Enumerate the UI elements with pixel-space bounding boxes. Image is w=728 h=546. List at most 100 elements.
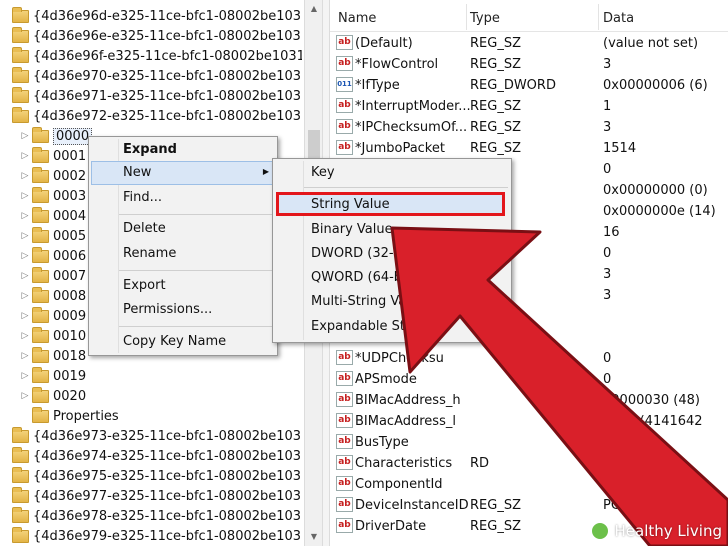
expand-chevron-icon[interactable]: ▷ — [18, 211, 32, 221]
menu-item-expand[interactable]: Expand — [123, 139, 177, 161]
column-separator[interactable] — [598, 4, 599, 30]
value-name: APSmode — [355, 372, 417, 387]
registry-value-row[interactable]: ab *JumboPacket REG_SZ 1514 — [330, 138, 728, 159]
expand-chevron-icon[interactable]: ▷ — [18, 191, 32, 201]
expand-chevron-icon[interactable]: ▷ — [18, 391, 32, 401]
expand-chevron-icon[interactable]: ▷ — [18, 291, 32, 301]
column-separator[interactable] — [466, 4, 467, 30]
registry-value-row[interactable]: ab *FlowControl REG_SZ 3 — [330, 54, 728, 75]
tree-key[interactable]: {4d36e974-e325-11ce-bfc1-08002be10318} — [0, 446, 302, 466]
tree-subkey[interactable]: ▷ 0002 — [18, 166, 86, 186]
tree-subkey[interactable]: ▷ 0005 — [18, 226, 86, 246]
string-value-icon: ab — [336, 119, 353, 134]
string-value-icon: ab — [336, 455, 353, 470]
tree-key[interactable]: {4d36e96f-e325-11ce-bfc1-08002be10318} — [0, 46, 302, 66]
tree-key[interactable]: {4d36e96d-e325-11ce-bfc1-08002be10318} — [0, 6, 302, 26]
submenu-item-dword[interactable]: DWORD (32-bi — [311, 243, 405, 265]
registry-value-row[interactable]: ab BIMacAddress_h 00000030 (48) — [330, 390, 728, 411]
submenu-item-key[interactable]: Key — [311, 162, 335, 184]
tree-subkey[interactable]: ▷ 0001 — [18, 146, 86, 166]
column-name-header[interactable]: Name — [338, 11, 376, 26]
value-data: 00000030 (48) — [603, 393, 700, 408]
tree-key[interactable]: {4d36e975-e325-11ce-bfc1-08002be10318} — [0, 466, 302, 486]
menu-item-delete[interactable]: Delete — [123, 218, 166, 240]
menu-item-find[interactable]: Find... — [123, 187, 162, 209]
registry-value-row[interactable]: ab BusType — [330, 432, 728, 453]
string-value-icon: ab — [336, 98, 353, 113]
registry-value-row[interactable]: ab *UDPChecksu 0 — [330, 348, 728, 369]
tree-key-label: 0008 — [53, 288, 87, 304]
tree-subkey[interactable]: ▷ 0010 — [18, 326, 86, 346]
registry-value-row[interactable]: 011 *IfType REG_DWORD 0x00000006 (6) — [330, 75, 728, 96]
expand-chevron-icon[interactable]: ▷ — [18, 311, 32, 321]
value-name: BIMacAddress_l — [355, 414, 456, 429]
scroll-down-icon[interactable]: ▼ — [305, 528, 323, 546]
tree-key-label: 0003 — [53, 188, 87, 204]
value-name: BusType — [355, 435, 409, 450]
tree-subkey[interactable]: ▷ 0004 — [18, 206, 86, 226]
tree-key[interactable]: {4d36e96e-e325-11ce-bfc1-08002be10318} — [0, 26, 302, 46]
tree-key[interactable]: {4d36e979-e325-11ce-bfc1-08002be10318} — [0, 526, 302, 546]
expand-chevron-icon[interactable]: ▷ — [18, 231, 32, 241]
registry-value-row[interactable]: ab Characteristics RD (132) — [330, 453, 728, 474]
column-data-header[interactable]: Data — [603, 11, 634, 26]
registry-value-row[interactable]: ab *IPChecksumOf... REG_SZ 3 — [330, 117, 728, 138]
registry-value-row[interactable]: ab *InterruptModer... REG_SZ 1 — [330, 96, 728, 117]
tree-subkey[interactable]: ▷ 0019 — [18, 366, 86, 386]
expand-chevron-icon[interactable]: ▷ — [18, 131, 32, 141]
scroll-up-icon[interactable]: ▲ — [305, 0, 323, 18]
tree-subkey[interactable]: ▷ 0007 — [18, 266, 86, 286]
registry-value-row[interactable]: ab APSmode 0 — [330, 369, 728, 390]
tree-subkey[interactable]: ▷ 0003 — [18, 186, 86, 206]
menu-item-export[interactable]: Export — [123, 275, 166, 297]
value-data: (value not set) — [603, 36, 699, 51]
registry-value-row[interactable]: ab ComponentId pc 969&dev_ — [330, 474, 728, 495]
tree-subkey[interactable]: ▷ 0006 — [18, 246, 86, 266]
expand-chevron-icon[interactable]: ▷ — [18, 171, 32, 181]
menu-item-rename[interactable]: Rename — [123, 243, 176, 265]
tree-key-label: {4d36e96d-e325-11ce-bfc1-08002be10318} — [33, 8, 302, 24]
tree-key[interactable]: {4d36e973-e325-11ce-bfc1-08002be10318} — [0, 426, 302, 446]
expand-chevron-icon[interactable]: ▷ — [18, 331, 32, 341]
tree-subkey[interactable]: ▷ 0000 — [18, 126, 93, 146]
expand-chevron-icon[interactable]: ▷ — [18, 251, 32, 261]
expand-chevron-icon[interactable]: ▷ — [18, 371, 32, 381]
submenu-item-expandable-string[interactable]: Expandable String V — [311, 316, 443, 338]
folder-icon — [32, 146, 49, 163]
tree-key-label: {4d36e977-e325-11ce-bfc1-08002be10318} — [33, 488, 302, 504]
value-name: *JumboPacket — [355, 141, 445, 156]
menu-item-permissions[interactable]: Permissions... — [123, 299, 212, 321]
tree-subkey[interactable]: ▷ 0018 — [18, 346, 86, 366]
registry-value-row[interactable]: ab (Default) REG_SZ (value not set) — [330, 33, 728, 54]
menu-item-new[interactable]: New — [123, 162, 151, 184]
folder-icon — [12, 466, 29, 483]
tree-subkey[interactable]: ▷ 0020 — [18, 386, 86, 406]
registry-value-row[interactable]: ab BIMacAddress_l a50a (4141642 — [330, 411, 728, 432]
value-data: 0x00000006 (6) — [603, 78, 708, 93]
expand-chevron-icon[interactable]: ▷ — [18, 351, 32, 361]
tree-key-label: 0010 — [53, 328, 87, 344]
expand-chevron-icon[interactable]: ▷ — [18, 271, 32, 281]
tree-subkey[interactable]: ▷ 0009 — [18, 306, 86, 326]
value-name: *IfType — [355, 78, 400, 93]
registry-value-row[interactable]: ab DeviceInstanceID REG_SZ PCI\VEN_1969&DEV — [330, 495, 728, 516]
menu-item-copy-key-name[interactable]: Copy Key Name — [123, 331, 226, 353]
tree-key[interactable]: {4d36e970-e325-11ce-bfc1-08002be10318} — [0, 66, 302, 86]
expand-chevron-icon[interactable]: ▷ — [18, 151, 32, 161]
tree-key[interactable]: {4d36e978-e325-11ce-bfc1-08002be10318} — [0, 506, 302, 526]
tree-key[interactable]: {4d36e972-e325-11ce-bfc1-08002be10318} — [0, 106, 302, 126]
string-value-icon: ab — [336, 35, 353, 50]
tree-key-properties[interactable]: Properties — [18, 406, 119, 426]
column-type-header[interactable]: Type — [470, 11, 500, 26]
tree-key-label: 0002 — [53, 168, 87, 184]
value-data: 16 — [603, 225, 620, 240]
tree-subkey[interactable]: ▷ 0008 — [18, 286, 86, 306]
tree-key[interactable]: {4d36e977-e325-11ce-bfc1-08002be10318} — [0, 486, 302, 506]
tree-key-label: 0018 — [53, 348, 87, 364]
submenu-item-multi-string[interactable]: Multi-String Value — [311, 291, 426, 313]
submenu-item-qword[interactable]: QWORD (64-bit) — [311, 267, 416, 289]
submenu-item-string-value[interactable]: String Value — [311, 194, 390, 216]
tree-key[interactable]: {4d36e971-e325-11ce-bfc1-08002be10318} — [0, 86, 302, 106]
submenu-item-binary-value[interactable]: Binary Value — [311, 219, 393, 241]
tree-key-label: {4d36e975-e325-11ce-bfc1-08002be10318} — [33, 468, 302, 484]
